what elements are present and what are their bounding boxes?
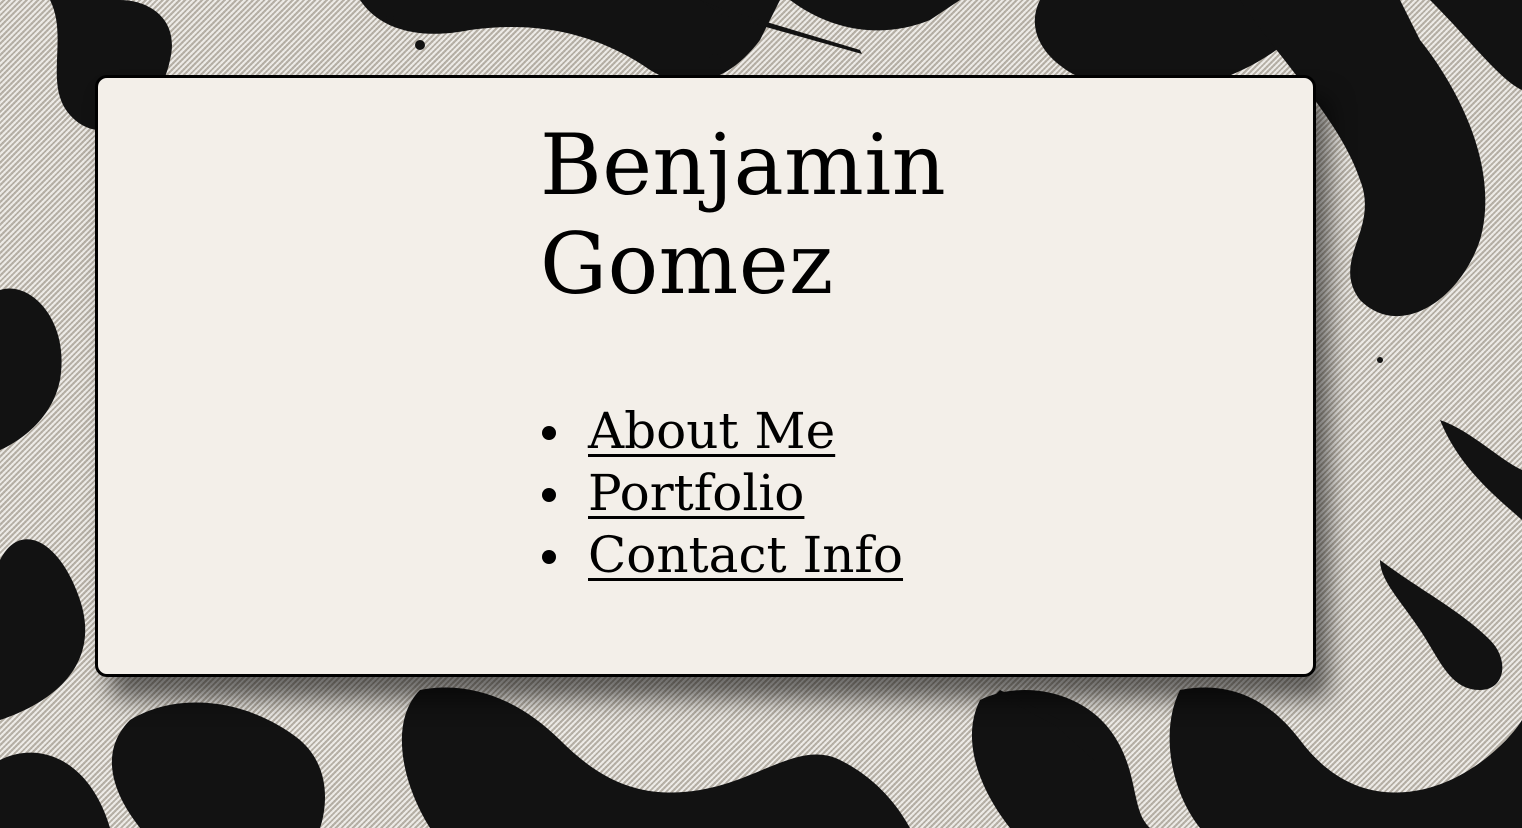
main-nav: About Me Portfolio Contact Info	[540, 400, 903, 586]
contact-info-link[interactable]: Contact Info	[588, 526, 903, 584]
page-title-first-name: Benjamin	[540, 116, 947, 214]
bullet-icon	[542, 488, 556, 502]
nav-item-contact-info: Contact Info	[540, 524, 903, 586]
intro-card: Benjamin Gomez About Me Portfolio Contac…	[95, 75, 1316, 677]
nav-item-portfolio: Portfolio	[540, 462, 903, 524]
bullet-icon	[542, 426, 556, 440]
bullet-icon	[542, 550, 556, 564]
portfolio-link[interactable]: Portfolio	[588, 464, 804, 522]
about-me-link[interactable]: About Me	[588, 402, 835, 460]
nav-item-about-me: About Me	[540, 400, 903, 462]
page-title-last-name: Gomez	[540, 215, 834, 313]
page-title: Benjamin Gomez	[540, 116, 1040, 314]
